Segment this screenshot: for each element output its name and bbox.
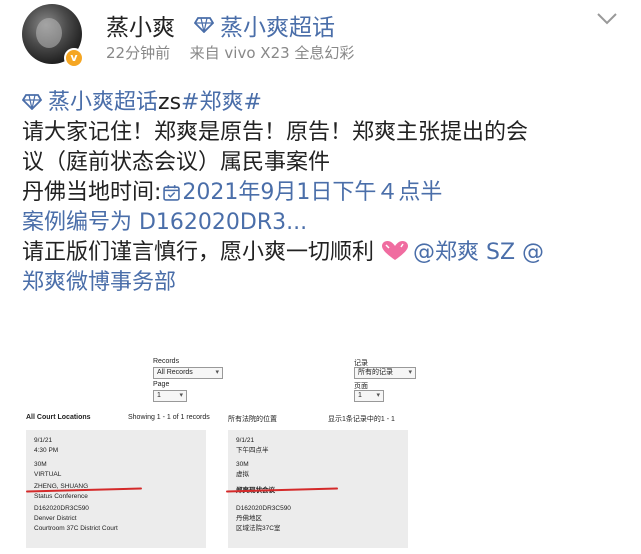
court-record-screenshot-en[interactable]: Records All Records Page 1 All Court Loc… <box>22 350 260 548</box>
record-location-type: VIRTUAL <box>34 471 62 478</box>
record-time: 下午四点半 <box>236 447 269 454</box>
post-line-3: 议（庭前状态会议）属民事案件 <box>22 150 331 175</box>
post-line-1: 蒸小爽超话zs#郑爽# <box>22 88 632 118</box>
chevron-down-icon[interactable] <box>596 12 618 26</box>
heart-emoji-icon <box>382 241 409 260</box>
post-text: zs <box>158 90 182 115</box>
record-duration: 30M <box>34 461 47 468</box>
post-meta: 22分钟前 来自 vivo X23 全息幻彩 <box>106 42 354 63</box>
records-select[interactable]: 所有的记录 <box>354 367 416 379</box>
super-topic-icon <box>22 94 42 110</box>
date-link[interactable]: 2021年9月1日下午４点半 <box>182 180 442 205</box>
record-courtroom: 区域法院37C室 <box>236 525 281 532</box>
record-district: 丹佛地区 <box>236 515 262 522</box>
record-duration: 30M <box>236 461 249 468</box>
super-topic-label: 蒸小爽超话 <box>220 15 335 41</box>
record-case-number: D162020DR3C590 <box>34 505 89 512</box>
court-record-screenshot-cn[interactable]: 记录 所有的记录 页面 1 所有法院的位置 显示1条记录中的1 - 1 9/1/… <box>225 350 422 548</box>
page-label: Page <box>153 381 170 388</box>
mention-link-start[interactable]: @ <box>522 240 544 265</box>
records-select[interactable]: All Records <box>153 367 223 379</box>
post-line-2: 请大家记住！郑爽是原告！原告！郑爽主张提出的会 <box>22 120 529 145</box>
showing-count: Showing 1 - 1 of 1 records <box>128 414 210 421</box>
super-topic-link[interactable]: 蒸小爽超话 <box>194 8 335 42</box>
username[interactable]: 蒸小爽 <box>106 8 175 42</box>
post-line-7: 郑爽微博事务部 <box>22 268 632 298</box>
all-court-heading: 所有法院的位置 <box>228 416 277 423</box>
verified-badge-icon: v <box>64 48 84 68</box>
record-district: Denver District <box>34 515 77 522</box>
record-date: 9/1/21 <box>236 437 255 444</box>
all-court-heading: All Court Locations <box>26 414 91 421</box>
record-courtroom: Courtroom 37C District Court <box>34 525 118 532</box>
showing-count: 显示1条记录中的1 - 1 <box>328 416 395 423</box>
post-line-5: 案例编号为 D162020DR3... <box>22 208 632 238</box>
record-time: 4:30 PM <box>34 447 59 454</box>
timestamp: 22分钟前 <box>106 44 171 62</box>
local-time-label: 丹佛当地时间: <box>22 180 162 205</box>
mention-link[interactable]: @郑爽 SZ <box>413 240 515 265</box>
post-text: 请正版们谨言慎行，愿小爽一切顺利 <box>22 240 375 265</box>
post-body: 蒸小爽超话zs#郑爽# 请大家记住！郑爽是原告！原告！郑爽主张提出的会 议（庭前… <box>22 88 632 298</box>
post-line-4: 丹佛当地时间: 2021年9月1日下午４点半 <box>22 178 632 208</box>
topic-link[interactable]: 蒸小爽超话 <box>48 90 158 115</box>
case-number-link[interactable]: 案例编号为 D162020DR3... <box>22 210 307 235</box>
post-line-6: 请正版们谨言慎行，愿小爽一切顺利 @郑爽 SZ @ <box>22 238 632 268</box>
super-topic-icon <box>194 17 214 33</box>
record-location-type: 虚拟 <box>236 471 249 478</box>
page-select[interactable]: 1 <box>354 390 384 402</box>
record-case-number: D162020DR3C590 <box>236 505 291 512</box>
calendar-icon <box>163 185 181 201</box>
hashtag-link[interactable]: #郑爽# <box>181 90 262 115</box>
record-date: 9/1/21 <box>34 437 53 444</box>
post-source[interactable]: 来自 vivo X23 全息幻彩 <box>190 44 355 62</box>
record-hearing-type: Status Conference <box>34 493 88 500</box>
page-select[interactable]: 1 <box>153 390 187 402</box>
avatar-face <box>36 18 62 48</box>
records-label: Records <box>153 358 180 365</box>
mention-link-cont[interactable]: 郑爽微博事务部 <box>22 270 176 295</box>
